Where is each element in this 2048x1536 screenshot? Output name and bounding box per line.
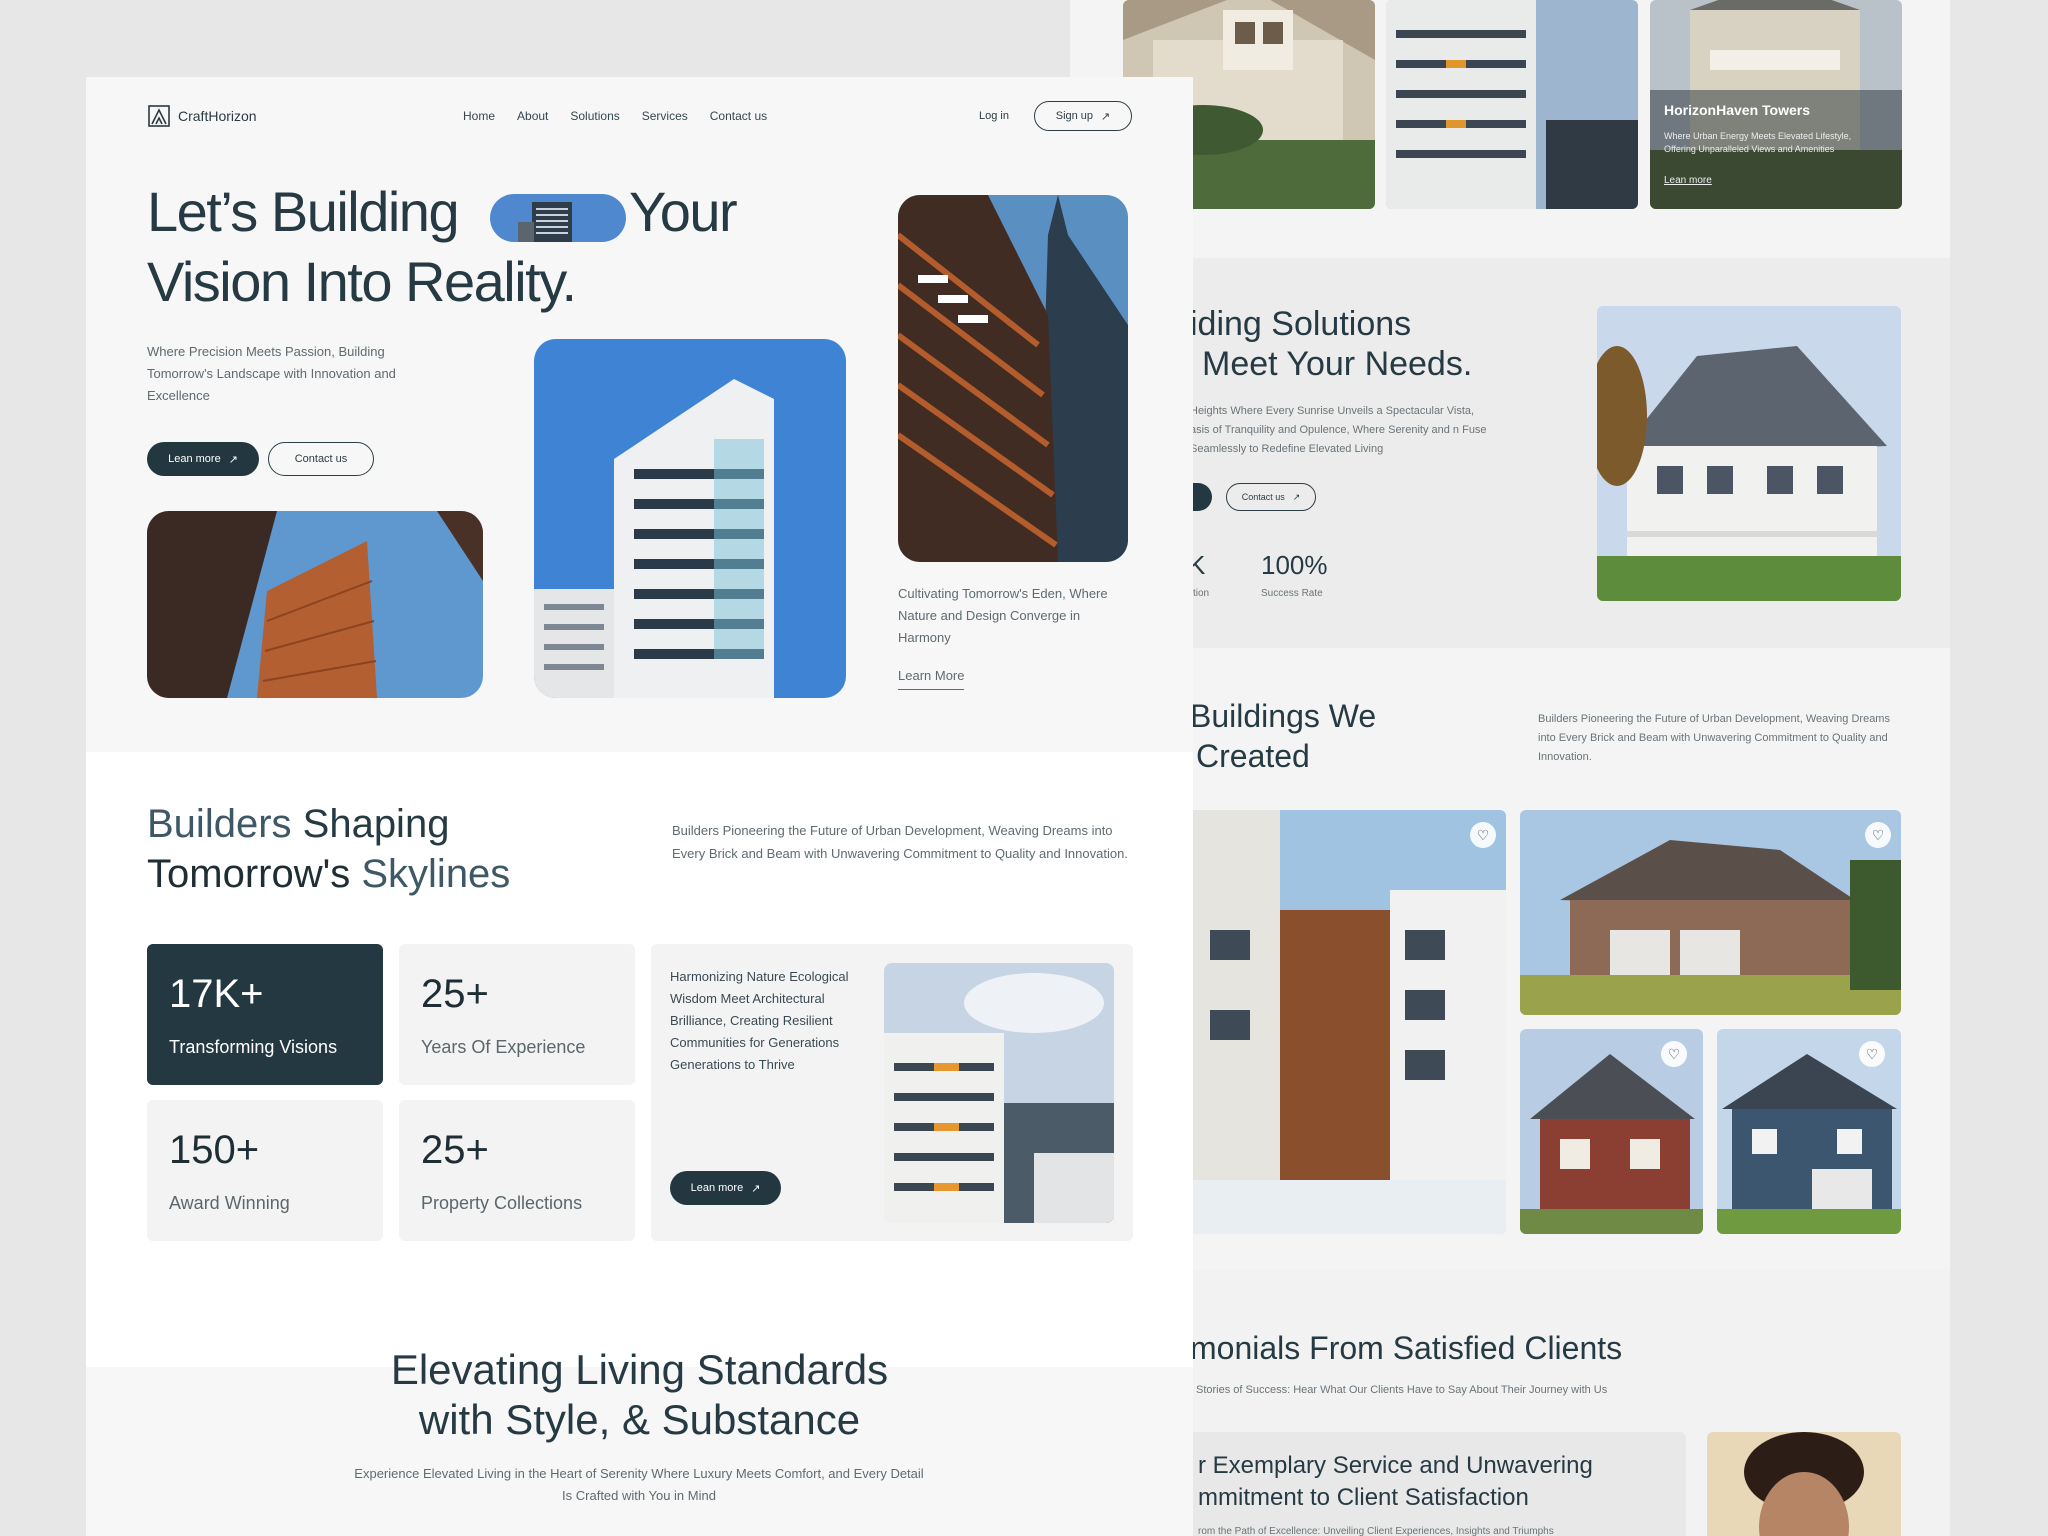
builders-title: Builders Shaping Tomorrow's Skylines: [147, 799, 567, 899]
solutions-title-1: iding Solutions: [1190, 305, 1412, 343]
house-photo-large: [1597, 306, 1901, 601]
solutions-desc: Heights Where Every Sunrise Unveils a Sp…: [1190, 405, 1487, 455]
stat-card-awards: 150+ Award Winning: [147, 1100, 383, 1241]
elevating-desc: Experience Elevated Living in the Heart …: [354, 1466, 924, 1503]
hero-photo-brick-tower: [147, 511, 483, 698]
client-avatar: [1707, 1432, 1901, 1536]
tower-title: HorizonHaven Towers: [1664, 102, 1810, 118]
hero-subtitle: Where Precision Meets Passion, Building …: [147, 344, 396, 403]
heart-icon[interactable]: ♡: [1859, 1041, 1885, 1067]
brand-name: CraftHorizon: [178, 108, 257, 124]
building-photo-2[interactable]: ♡: [1520, 810, 1901, 1015]
hero-photo-glass-tower: [534, 339, 846, 698]
hero-title-part1: Let’s Building: [147, 180, 460, 243]
nav-services[interactable]: Services: [642, 109, 688, 123]
logo-icon: [148, 105, 170, 127]
building-photo-4[interactable]: ♡: [1717, 1029, 1901, 1234]
hero-title-pill-image: [490, 194, 626, 242]
hero-photo-skyscraper: [898, 195, 1128, 562]
heart-icon[interactable]: ♡: [1865, 822, 1891, 848]
building-photo-1[interactable]: ♡: [1190, 810, 1506, 1234]
buildings-desc: Builders Pioneering the Future of Urban …: [1538, 713, 1890, 763]
apartment-photo: [1386, 0, 1638, 209]
background-page-preview: HorizonHaven Towers Where Urban Energy M…: [1070, 0, 1950, 1536]
feature-card: Harmonizing Nature Ecological Wisdom Mee…: [651, 944, 1133, 1241]
buildings-title-1: Buildings We: [1190, 698, 1377, 734]
builders-title-d: Skylines: [361, 852, 511, 896]
nav-home[interactable]: Home: [463, 109, 495, 123]
stat-label: Years Of Experience: [421, 1037, 586, 1057]
feature-learn-label: Lean more: [690, 1182, 744, 1194]
hero-title-part2: Your: [629, 180, 738, 243]
elevating-title-line2: with Style, & Substance: [418, 1396, 861, 1443]
quote-line-2: mmitment to Client Satisfaction: [1198, 1484, 1529, 1511]
stat-number: 17K+: [169, 972, 264, 1016]
stat-card-visions: 17K+ Transforming Visions: [147, 944, 383, 1085]
success-rate-label: Success Rate: [1261, 588, 1323, 599]
testimonials-subtitle: Stories of Success: Hear What Our Client…: [1196, 1384, 1608, 1396]
arrow-up-right-icon: ↗: [751, 1182, 761, 1195]
building-photo-3[interactable]: ♡: [1520, 1029, 1703, 1234]
nav-solutions[interactable]: Solutions: [570, 109, 619, 123]
hero-contact-label: Contact us: [294, 453, 348, 465]
stat-number: 25+: [421, 972, 489, 1016]
hero-learn-button[interactable]: Lean more ↗: [147, 442, 259, 476]
quote-line-1: r Exemplary Service and Unwavering: [1198, 1452, 1593, 1479]
builders-title-b: Shaping: [302, 802, 450, 846]
tower-card[interactable]: HorizonHaven Towers Where Urban Energy M…: [1650, 0, 1902, 209]
signup-label: Sign up: [1055, 110, 1094, 122]
nav-about[interactable]: About: [517, 109, 548, 123]
hero-title-line2: Vision Into Reality.: [147, 250, 577, 313]
arrow-up-right-icon: ↗: [1101, 110, 1111, 123]
testimonials-title: monials From Satisfied Clients: [1190, 1330, 1623, 1366]
builders-title-c: Tomorrow's: [147, 852, 351, 896]
hero-learn-label: Lean more: [168, 453, 221, 465]
hero-contact-button[interactable]: Contact us: [268, 442, 374, 476]
feature-photo: [884, 963, 1114, 1223]
stat-card-experience: 25+ Years Of Experience: [399, 944, 635, 1085]
stat-number: 25+: [421, 1128, 489, 1172]
feature-learn-button[interactable]: Lean more ↗: [670, 1171, 781, 1205]
builders-desc: Builders Pioneering the Future of Urban …: [672, 823, 1128, 861]
solutions-contact-button[interactable]: Contact us ↗: [1226, 483, 1316, 511]
success-rate-number: 100%: [1261, 550, 1328, 580]
stat-card-properties: 25+ Property Collections: [399, 1100, 635, 1241]
heart-icon[interactable]: ♡: [1470, 822, 1496, 848]
feature-text: Harmonizing Nature Ecological Wisdom Mee…: [670, 969, 849, 1072]
signup-button[interactable]: Sign up ↗: [1034, 101, 1132, 131]
solutions-contact-label: Contact us: [1241, 492, 1285, 502]
tower-desc: Where Urban Energy Meets Elevated Lifest…: [1664, 131, 1852, 154]
elevating-title-line1: Elevating Living Standards: [390, 1346, 889, 1393]
login-link[interactable]: Log in: [979, 110, 1009, 122]
testimonial-card: r Exemplary Service and Unwavering mmitm…: [1180, 1432, 1686, 1536]
stat-label: Award Winning: [169, 1193, 290, 1213]
buildings-title-2: Created: [1196, 738, 1310, 774]
hero-caption: Cultivating Tomorrow's Eden, Where Natur…: [898, 586, 1108, 645]
heart-icon[interactable]: ♡: [1661, 1041, 1687, 1067]
main-nav: Home About Solutions Services Contact us: [463, 109, 767, 123]
nav-contact[interactable]: Contact us: [710, 109, 767, 123]
arrow-up-right-icon: ↗: [228, 453, 238, 466]
quote-small: rom the Path of Excellence: Unveiling Cl…: [1198, 1526, 1554, 1536]
stat-label: Transforming Visions: [169, 1037, 338, 1057]
tower-link[interactable]: Lean more: [1664, 175, 1712, 186]
builders-title-a: Builders: [147, 802, 292, 846]
stat-number: 150+: [169, 1128, 260, 1172]
solutions-title-2: Meet Your Needs.: [1202, 345, 1473, 383]
main-page: CraftHorizon Home About Solutions Servic…: [86, 77, 1193, 1536]
hero-learn-more-link[interactable]: Learn More: [898, 668, 965, 690]
arrow-up-right-icon: ↗: [1292, 491, 1301, 502]
brand[interactable]: CraftHorizon: [148, 105, 257, 127]
stat-label: Property Collections: [421, 1193, 583, 1213]
